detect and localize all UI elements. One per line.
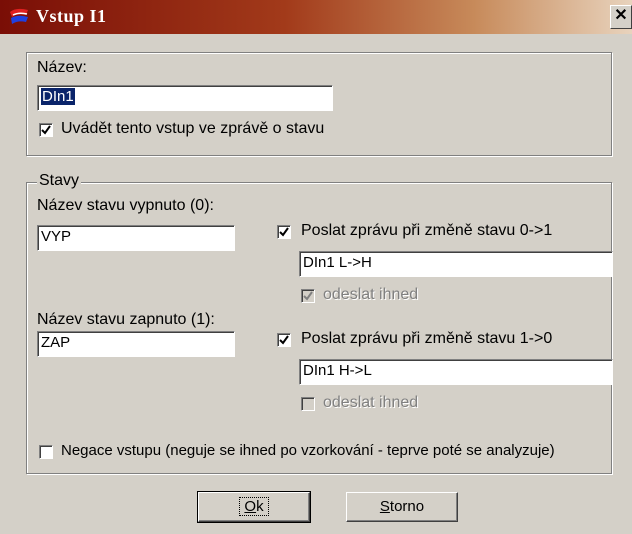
states-legend: Stavy bbox=[37, 172, 82, 190]
message-0-1-value: DIn1 L->H bbox=[303, 254, 372, 271]
ok-button[interactable]: Ok bbox=[197, 491, 311, 523]
on-state-value: ZAP bbox=[41, 334, 71, 351]
cancel-rest: torno bbox=[389, 498, 425, 515]
states-group: Stavy Název stavu vypnuto (0): VYP Posla… bbox=[26, 172, 613, 474]
title-bar[interactable]: Vstup I1 ✕ bbox=[0, 0, 632, 34]
message-0-1-input[interactable]: DIn1 L->H bbox=[299, 251, 613, 277]
dialog-window: Vstup I1 ✕ Název: DIn1 Uvádět tento vstu… bbox=[0, 0, 632, 534]
ok-accel: O bbox=[244, 498, 257, 515]
app-icon bbox=[8, 6, 30, 28]
check-icon bbox=[41, 125, 51, 135]
immediate-1-0-checkbox bbox=[301, 397, 315, 411]
negate-label: Negace vstupu (neguje se ihned po vzorko… bbox=[61, 442, 555, 459]
on-state-input[interactable]: ZAP bbox=[37, 331, 235, 357]
ok-rest: k bbox=[256, 498, 264, 515]
send-1-0-checkbox[interactable] bbox=[277, 333, 291, 347]
check-icon bbox=[303, 291, 313, 301]
name-label: Název: bbox=[37, 59, 87, 76]
off-state-label: Název stavu vypnuto (0): bbox=[37, 197, 214, 214]
immediate-0-1-label: odeslat ihned bbox=[323, 286, 419, 303]
check-icon bbox=[279, 227, 289, 237]
close-button[interactable]: ✕ bbox=[610, 5, 632, 29]
negate-checkbox[interactable] bbox=[39, 445, 53, 459]
cancel-button[interactable]: Storno bbox=[346, 492, 458, 522]
name-input[interactable]: DIn1 bbox=[37, 85, 333, 111]
off-state-input[interactable]: VYP bbox=[37, 225, 235, 251]
send-1-0-label: Poslat zprávu při změně stavu 1->0 bbox=[301, 330, 553, 347]
report-checkbox[interactable] bbox=[39, 123, 53, 137]
send-0-1-checkbox[interactable] bbox=[277, 225, 291, 239]
off-state-value: VYP bbox=[41, 228, 72, 245]
window-title: Vstup I1 bbox=[36, 6, 107, 26]
message-1-0-input[interactable]: DIn1 H->L bbox=[299, 359, 613, 385]
immediate-1-0-label: odeslat ihned bbox=[323, 394, 419, 411]
on-state-label: Název stavu zapnuto (1): bbox=[37, 311, 215, 328]
name-group: Název: DIn1 Uvádět tento vstup ve zprávě… bbox=[26, 52, 612, 156]
cancel-button-label: Storno bbox=[380, 498, 424, 515]
send-0-1-label: Poslat zprávu při změně stavu 0->1 bbox=[301, 222, 553, 239]
ok-button-label: Ok bbox=[239, 497, 269, 516]
message-1-0-value: DIn1 H->L bbox=[303, 362, 372, 379]
report-checkbox-label: Uvádět tento vstup ve zprávě o stavu bbox=[61, 120, 325, 137]
immediate-0-1-checkbox bbox=[301, 289, 315, 303]
check-icon bbox=[279, 335, 289, 345]
cancel-accel: S bbox=[379, 498, 390, 515]
name-value: DIn1 bbox=[41, 88, 75, 105]
close-icon: ✕ bbox=[614, 7, 628, 24]
